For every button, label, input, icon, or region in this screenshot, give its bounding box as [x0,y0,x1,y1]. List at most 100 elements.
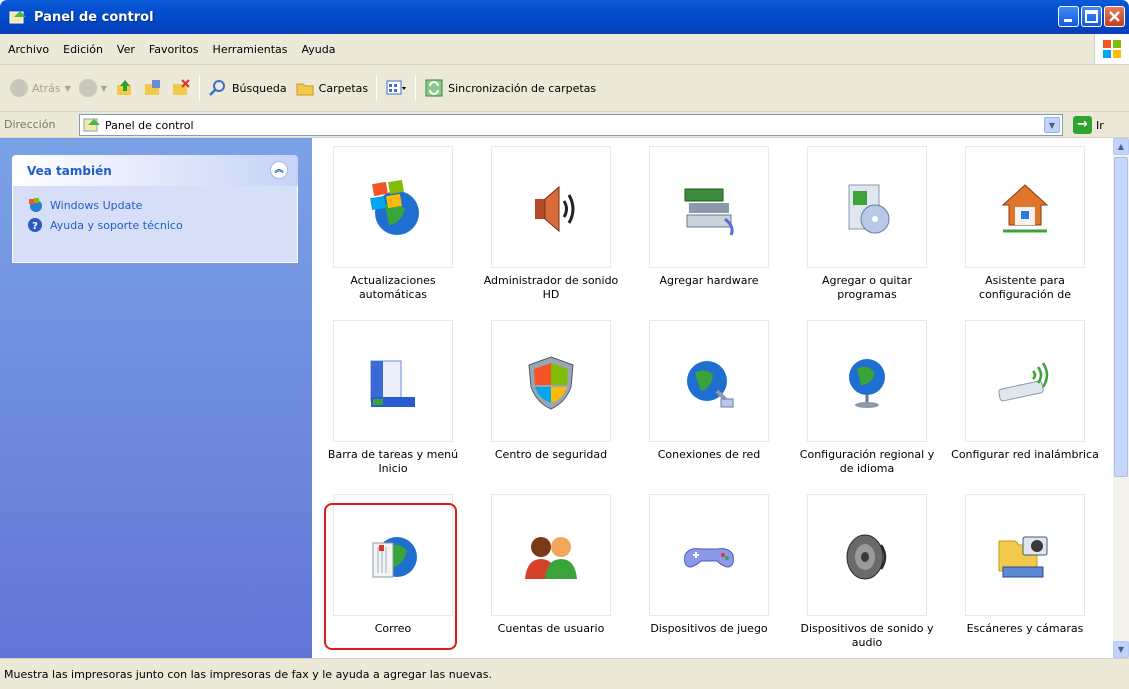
link-label: Windows Update [50,198,143,212]
menu-ayuda[interactable]: Ayuda [294,43,342,56]
views-icon [386,80,407,95]
tile-agregar-quitar[interactable] [807,146,927,268]
address-value: Panel de control [105,118,194,132]
up-folder-button[interactable] [111,73,139,103]
tile-centro-seguridad[interactable] [491,320,611,442]
menu-ver[interactable]: Ver [110,43,142,56]
scroll-up-icon[interactable]: ▲ [1113,138,1129,155]
tile-config-regional[interactable] [807,320,927,442]
windows-update-icon [370,179,419,235]
sync-label: Sincronización de carpetas [448,81,597,95]
tile-asistente[interactable] [965,146,1085,268]
svg-text:?: ? [32,221,38,232]
tile-label: Actualizaciones automáticas [350,274,436,301]
go-label: Ir [1096,118,1104,132]
search-icon [209,80,225,96]
audio-speaker-icon [846,534,887,580]
see-also-title: Vea también [27,163,112,178]
back-button[interactable]: Atrás ▼ [6,73,75,103]
tile-dispositivos-juego[interactable] [649,494,769,616]
correo-highlight [324,503,457,650]
views-button[interactable] [381,73,411,103]
tile-label: Dispositivos de juego [650,622,768,635]
move-to-icon [144,80,160,95]
chevron-down-icon: ▼ [100,83,107,93]
tile-label: Dispositivos de sonido y audio [800,622,934,649]
toolbar-separator [415,75,417,101]
back-label: Atrás [32,81,61,95]
tile-label: Barra de tareas y menú Inicio [327,448,459,475]
menu-herramientas[interactable]: Herramientas [206,43,295,56]
tile-sonido-hd[interactable] [491,146,611,268]
tile-conexiones-red[interactable] [649,320,769,442]
toolbar: Atrás ▼ ▼ Búsqueda Carpetas Sincronizaci… [0,65,1129,112]
help-icon: ? [28,218,42,232]
menu-archivo[interactable]: Archivo [0,43,56,56]
minimize-button[interactable] [1058,6,1079,27]
close-button[interactable] [1104,6,1125,27]
tile-red-inalambrica[interactable] [965,320,1085,442]
control-panel-icon [9,9,27,25]
sync-folders-button[interactable]: Sincronización de carpetas [420,73,600,103]
users-icon [525,537,577,579]
hardware-icon [684,188,734,236]
task-pane: Vea también ︽ Windows Update ? Ayuda y s… [0,138,312,658]
menu-bar: Archivo Edición Ver Favoritos Herramient… [0,34,1129,65]
search-button[interactable]: Búsqueda [204,73,291,103]
folders-button[interactable]: Carpetas [291,73,372,103]
folders-icon [296,83,314,96]
tile-agregar-hardware[interactable] [649,146,769,268]
tile-actualizaciones[interactable] [333,146,453,268]
tile-label: Conexiones de red [657,448,761,461]
tile-label: Configuración regional y de idioma [799,448,935,475]
forward-arrow-icon [78,79,97,97]
gamepad-icon [684,548,734,568]
status-text: Muestra las impresoras junto con las imp… [4,667,492,681]
help-support-link[interactable]: ? Ayuda y soporte técnico [27,218,297,232]
taskbar-icon [370,360,415,407]
tile-label: Configurar red inalámbrica [951,448,1099,461]
status-bar: Muestra las impresoras junto con las imp… [0,658,1129,689]
regional-globe-icon [849,359,885,408]
up-folder-icon [116,80,131,95]
see-also-header[interactable]: Vea también ︽ [12,155,298,186]
forward-button[interactable]: ▼ [75,73,111,103]
collapse-icon[interactable]: ︽ [270,161,288,179]
menu-edicion[interactable]: Edición [56,43,110,56]
speaker-icon [535,185,575,233]
scanner-camera-icon [998,536,1048,578]
window-title: Panel de control [34,9,154,25]
tile-sonido-audio[interactable] [807,494,927,616]
tile-cuentas-usuario[interactable] [491,494,611,616]
scroll-thumb[interactable] [1114,157,1128,477]
shield-icon [528,356,574,410]
back-arrow-icon [10,79,28,97]
address-bar: Dirección Panel de control ▼ → Ir [0,112,1129,138]
address-dropdown-button[interactable]: ▼ [1044,117,1060,133]
tile-label: Escáneres y cámaras [966,622,1084,635]
windows-update-link[interactable]: Windows Update [27,198,297,212]
tile-barra-tareas[interactable] [333,320,453,442]
search-label: Búsqueda [231,81,287,95]
add-remove-programs-icon [848,184,890,234]
delete-button[interactable] [167,73,195,103]
address-input[interactable]: Panel de control ▼ [79,114,1063,136]
scroll-down-icon[interactable]: ▼ [1113,641,1129,658]
vertical-scrollbar[interactable]: ▲ ▼ [1113,138,1129,658]
chevron-down-icon: ▼ [64,83,71,93]
go-button[interactable]: → Ir [1073,116,1104,134]
tile-escaneres[interactable] [965,494,1085,616]
move-to-button[interactable] [139,73,167,103]
windows-logo-icon [1094,34,1129,64]
wireless-icon [998,362,1049,402]
network-globe-icon [687,361,734,408]
see-also-panel: Vea también ︽ Windows Update ? Ayuda y s… [12,155,298,263]
control-panel-icon [83,118,100,132]
toolbar-separator [376,75,378,101]
menu-favoritos[interactable]: Favoritos [142,43,206,56]
title-bar[interactable]: Panel de control [0,0,1129,34]
maximize-button[interactable] [1081,6,1102,27]
toolbar-separator [198,75,200,101]
network-wizard-icon [1001,184,1049,233]
address-label: Dirección [4,118,56,131]
